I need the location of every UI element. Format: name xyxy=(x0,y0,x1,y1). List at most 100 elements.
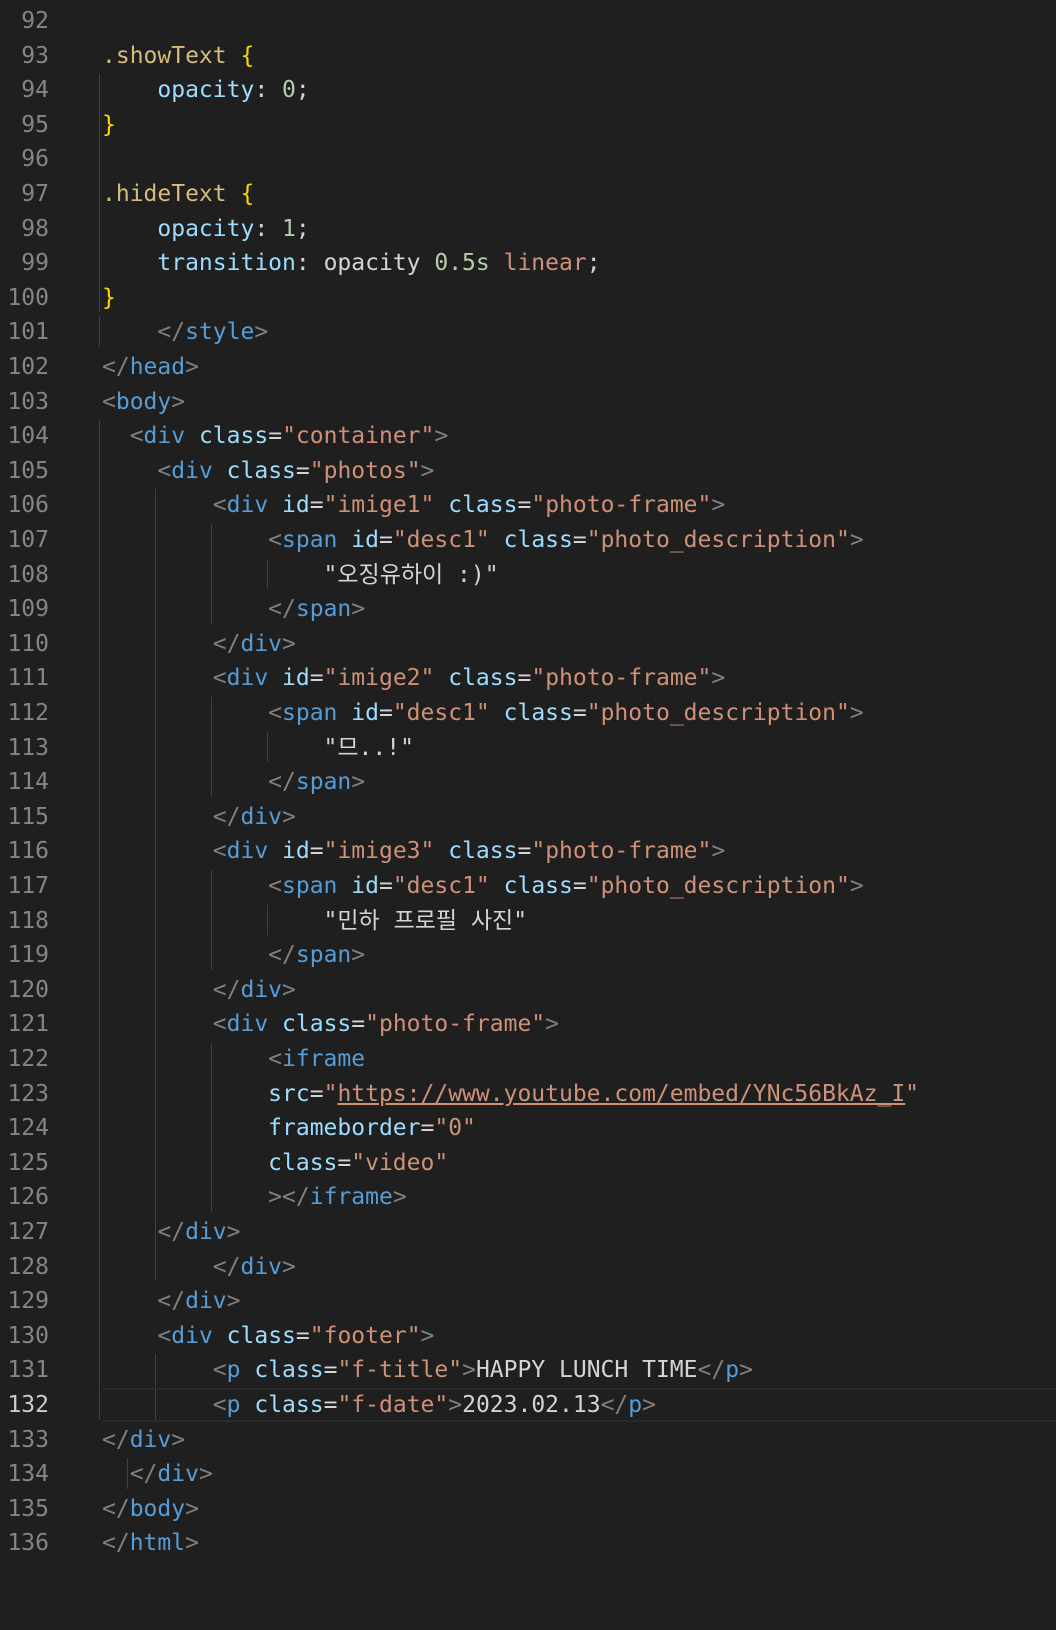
code-line[interactable]: 92 xyxy=(0,3,1056,39)
code-line[interactable]: 106 <div id="imige1" class="photo-frame"… xyxy=(0,487,1056,523)
line-number: 111 xyxy=(7,665,49,692)
code-line[interactable]: 104 <div class="container"> xyxy=(0,418,1056,454)
line-number: 95 xyxy=(21,111,49,138)
code-token: div xyxy=(226,1011,269,1038)
code-line[interactable]: 130 <div class="footer"> xyxy=(0,1318,1056,1354)
code-line[interactable]: 101 </style> xyxy=(0,314,1056,350)
code-text[interactable]: "므..!" xyxy=(102,734,414,762)
code-text[interactable]: opacity: 0; xyxy=(102,76,309,104)
code-text[interactable]: </span> xyxy=(102,941,365,969)
code-line[interactable]: 100} xyxy=(0,280,1056,316)
code-line[interactable]: 111 <div id="imige2" class="photo-frame"… xyxy=(0,660,1056,696)
code-text[interactable]: class="video" xyxy=(102,1149,448,1177)
code-line[interactable]: 108 "오징유하이 :)" xyxy=(0,557,1056,593)
code-line[interactable]: 97 .hideText { xyxy=(0,176,1056,212)
code-text[interactable]: </style> xyxy=(102,318,268,346)
code-text[interactable]: <div class="container"> xyxy=(102,422,449,450)
code-line[interactable]: 135 </body> xyxy=(0,1491,1056,1527)
code-line[interactable]: 133 </div> xyxy=(0,1422,1056,1458)
code-text[interactable]: opacity: 1; xyxy=(102,215,309,243)
code-text[interactable]: </body> xyxy=(102,1495,199,1523)
code-text[interactable]: <p class="f-date">2023.02.13</p> xyxy=(102,1391,656,1419)
code-text[interactable]: <div id="imige3" class="photo-frame"> xyxy=(102,837,725,865)
code-editor[interactable]: 92 93 .showText {94 opacity: 0; 95} 96 97 .hid… xyxy=(0,0,1056,1630)
code-line[interactable]: 114 </span> xyxy=(0,764,1056,800)
code-line[interactable]: 107 <span id="desc1" class="photo_descri… xyxy=(0,522,1056,558)
code-text[interactable]: <div class="photo-frame"> xyxy=(102,1010,559,1038)
code-line[interactable]: 127 </div> xyxy=(0,1214,1056,1250)
code-line[interactable]: 95} xyxy=(0,107,1056,143)
code-line[interactable]: 126 ></iframe> xyxy=(0,1179,1056,1215)
code-text[interactable]: </div> xyxy=(102,1218,240,1246)
code-line[interactable]: 122 <iframe xyxy=(0,1041,1056,1077)
code-text[interactable]: "민하 프로필 사진" xyxy=(102,907,528,935)
code-line[interactable]: 109 </span> xyxy=(0,591,1056,627)
code-line[interactable]: 118 "민하 프로필 사진" xyxy=(0,903,1056,939)
code-text[interactable]: <span id="desc1" class="photo_descriptio… xyxy=(102,872,864,900)
code-line[interactable]: 110 </div> xyxy=(0,626,1056,662)
code-line[interactable]: 120 </div> xyxy=(0,972,1056,1008)
code-text[interactable]: </span> xyxy=(102,595,365,623)
code-token: < xyxy=(102,388,116,415)
code-line[interactable]: 103 <body> xyxy=(0,384,1056,420)
code-token: div xyxy=(143,423,186,450)
code-text[interactable]: <p class="f-title">HAPPY LUNCH TIME</p> xyxy=(102,1356,753,1384)
code-text[interactable]: </div> xyxy=(102,1426,185,1454)
code-text[interactable]: ></iframe> xyxy=(102,1183,407,1211)
line-number: 94 xyxy=(21,77,49,104)
code-line[interactable]: 121 <div class="photo-frame"> xyxy=(0,1006,1056,1042)
code-line[interactable]: 115 </div> xyxy=(0,799,1056,835)
code-line[interactable]: 128 </div> xyxy=(0,1249,1056,1285)
code-line[interactable]: 105 <div class="photos"> xyxy=(0,453,1056,489)
code-text[interactable]: .showText { xyxy=(102,42,254,70)
code-text[interactable]: <span id="desc1" class="photo_descriptio… xyxy=(102,526,864,554)
code-line[interactable]: 116 <div id="imige3" class="photo-frame"… xyxy=(0,833,1056,869)
code-line[interactable]: 112 <span id="desc1" class="photo_descri… xyxy=(0,695,1056,731)
code-text[interactable]: frameborder="0" xyxy=(102,1114,476,1142)
code-text[interactable]: </div> xyxy=(102,1460,213,1488)
code-line[interactable]: 96 xyxy=(0,141,1056,177)
code-text[interactable]: <body> xyxy=(102,388,185,416)
code-token: ; xyxy=(586,250,601,277)
code-text[interactable]: </span> xyxy=(102,768,365,796)
code-line[interactable]: 131 <p class="f-title">HAPPY LUNCH TIME<… xyxy=(0,1352,1056,1388)
code-text[interactable]: </div> xyxy=(102,976,296,1004)
code-token: > xyxy=(448,1392,463,1418)
code-line[interactable]: 113 "므..!" xyxy=(0,730,1056,766)
code-text[interactable]: <iframe xyxy=(102,1045,365,1073)
code-token: > xyxy=(185,1495,199,1522)
code-line[interactable]: 136 </html> xyxy=(0,1525,1056,1561)
code-text[interactable]: <div class="footer"> xyxy=(102,1322,434,1350)
code-line[interactable]: 102 </head> xyxy=(0,349,1056,385)
code-line[interactable]: 123 src="https://www.youtube.com/embed/Y… xyxy=(0,1076,1056,1112)
code-line[interactable]: 117 <span id="desc1" class="photo_descri… xyxy=(0,868,1056,904)
code-text[interactable]: } xyxy=(102,284,116,312)
code-line[interactable]: 99 transition: opacity 0.5s linear; xyxy=(0,245,1056,281)
code-line[interactable]: 94 opacity: 0; xyxy=(0,72,1056,108)
code-text[interactable]: <div class="photos"> xyxy=(102,457,434,485)
code-line[interactable]: 119 </span> xyxy=(0,937,1056,973)
code-text[interactable]: </div> xyxy=(102,1287,240,1315)
code-line[interactable]: 93 .showText { xyxy=(0,38,1056,74)
code-text[interactable]: src="https://www.youtube.com/embed/YNc56… xyxy=(102,1080,919,1108)
code-line[interactable]: 124 frameborder="0" xyxy=(0,1110,1056,1146)
code-text[interactable]: .hideText { xyxy=(102,180,254,208)
code-text[interactable]: } xyxy=(102,111,116,139)
code-text[interactable]: </div> xyxy=(102,630,296,658)
code-text[interactable]: </html> xyxy=(102,1529,199,1557)
code-text[interactable]: </head> xyxy=(102,353,199,381)
code-line[interactable]: 98 opacity: 1; xyxy=(0,211,1056,247)
code-text[interactable]: "오징유하이 :)" xyxy=(102,561,499,589)
code-text[interactable]: </div> xyxy=(102,803,296,831)
code-line[interactable]: 134 </div> xyxy=(0,1456,1056,1492)
line-number: 120 xyxy=(7,976,49,1003)
line-number: 127 xyxy=(7,1219,49,1245)
code-line[interactable]: 129 </div> xyxy=(0,1283,1056,1319)
code-text[interactable]: transition: opacity 0.5s linear; xyxy=(102,249,601,277)
code-text[interactable]: <div id="imige1" class="photo-frame"> xyxy=(102,491,725,519)
code-text[interactable]: <span id="desc1" class="photo_descriptio… xyxy=(102,699,864,727)
code-text[interactable]: </div> xyxy=(102,1253,296,1281)
code-line[interactable]: 125 class="video" xyxy=(0,1145,1056,1181)
code-line[interactable]: 132 <p class="f-date">2023.02.13</p> xyxy=(0,1387,1056,1423)
code-text[interactable]: <div id="imige2" class="photo-frame"> xyxy=(102,664,725,692)
